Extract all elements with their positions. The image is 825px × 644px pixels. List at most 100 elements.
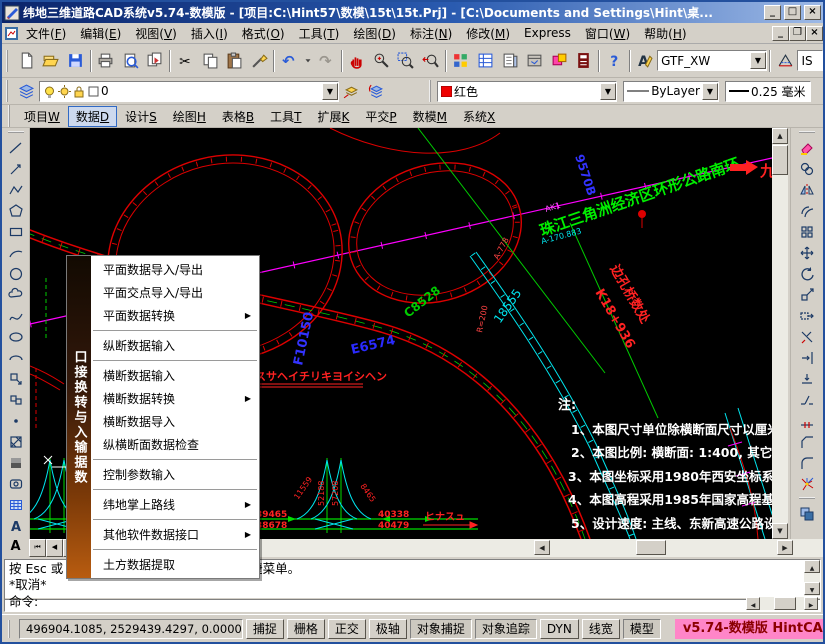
menu-system[interactable]: 系统X	[455, 106, 503, 127]
menu-item-palm-route[interactable]: 纬地掌上路线▶	[91, 493, 259, 516]
undo-button[interactable]: ↶	[277, 48, 302, 73]
move-button[interactable]	[795, 242, 819, 263]
menu-item-profile-input[interactable]: 纵断数据输入	[91, 334, 259, 357]
menu-tables[interactable]: 表格B	[214, 106, 262, 127]
doc-minimize-button[interactable]: _	[772, 26, 789, 41]
redo-button[interactable]: ↷	[314, 48, 339, 73]
menu-file[interactable]: 文件(F)	[19, 23, 73, 44]
menu-item-earthwork-extract[interactable]: 土方数据提取	[91, 553, 259, 576]
array-button[interactable]	[795, 221, 819, 242]
menu-modify[interactable]: 修改(M)	[459, 23, 517, 44]
gradient-button[interactable]	[4, 452, 28, 473]
dim-style-button[interactable]	[773, 48, 798, 73]
scale-button[interactable]	[795, 284, 819, 305]
command-splitter[interactable]	[5, 597, 820, 600]
lock-icon[interactable]	[73, 85, 86, 98]
menu-item-xsection-convert[interactable]: 横断数据转换▶	[91, 387, 259, 410]
doc-close-button[interactable]: ×	[806, 26, 823, 41]
close-button[interactable]: ×	[804, 5, 821, 20]
snap-toggle[interactable]: 捕捉	[246, 619, 284, 639]
osnap-toggle[interactable]: 对象捕捉	[410, 619, 472, 639]
explode-button[interactable]	[795, 473, 819, 494]
menu-intersection[interactable]: 平交P	[357, 106, 404, 127]
region-button[interactable]	[4, 473, 28, 494]
toolbar-grip[interactable]	[6, 50, 11, 72]
layer-previous-button[interactable]	[364, 79, 389, 104]
menu-item-xsection-import[interactable]: 横断数据导入	[91, 410, 259, 433]
sheetset-button[interactable]	[522, 48, 547, 73]
scroll-right-button[interactable]: ▶	[777, 540, 793, 555]
calculator-button[interactable]	[571, 48, 596, 73]
tab-prev-button[interactable]: ◀	[46, 539, 63, 557]
command-prompt[interactable]: 命令:	[9, 591, 38, 610]
join-button[interactable]	[795, 410, 819, 431]
otrack-toggle[interactable]: 对象追踪	[475, 619, 537, 639]
mirror-button[interactable]	[795, 179, 819, 200]
ellipse-arc-button[interactable]	[4, 347, 28, 368]
open-button[interactable]	[38, 48, 63, 73]
make-block-button[interactable]	[4, 389, 28, 410]
circle-button[interactable]	[4, 263, 28, 284]
insert-block-button[interactable]	[4, 368, 28, 389]
tab-first-button[interactable]: ⏮	[29, 539, 46, 557]
menu-item-xsection-input[interactable]: 横断数据输入	[91, 364, 259, 387]
ellipse-button[interactable]	[4, 326, 28, 347]
menu-edit[interactable]: 编辑(E)	[73, 23, 128, 44]
make-object-layer-button[interactable]	[339, 79, 364, 104]
extend-button[interactable]	[795, 347, 819, 368]
menu-item-plane-pi-io[interactable]: 平面交点导入/导出	[91, 281, 259, 304]
properties-button[interactable]	[449, 48, 474, 73]
ortho-toggle[interactable]: 正交	[328, 619, 366, 639]
menu-item-plane-data-io[interactable]: 平面数据导入/导出	[91, 258, 259, 281]
menu-insert[interactable]: 插入(I)	[184, 23, 235, 44]
mtext-bottom-button[interactable]: A	[2, 539, 29, 557]
vscroll-thumb[interactable]	[772, 145, 788, 175]
text-style-button[interactable]: A	[633, 48, 658, 73]
lineweight-toggle[interactable]: 线宽	[582, 619, 620, 639]
menu-plot2[interactable]: 绘图H	[165, 106, 214, 127]
table-button[interactable]	[4, 494, 28, 515]
rectangle-button[interactable]	[4, 221, 28, 242]
break-button[interactable]	[795, 389, 819, 410]
menu-view[interactable]: 视图(V)	[128, 23, 184, 44]
scroll-up-button[interactable]: ▲	[804, 560, 820, 573]
horizontal-scrollbar[interactable]: ◀ ▶	[204, 539, 823, 557]
model-toggle[interactable]: 模型	[623, 619, 661, 639]
vertical-scrollbar[interactable]: ▲ ▼	[772, 128, 788, 539]
plot-button[interactable]	[94, 48, 119, 73]
zoom-realtime-button[interactable]	[369, 48, 394, 73]
menu-window[interactable]: 窗口(W)	[578, 23, 637, 44]
copy-object-button[interactable]	[795, 158, 819, 179]
dropdown-arrow-icon[interactable]: ▼	[600, 83, 616, 100]
toolbar-grip[interactable]	[8, 131, 24, 135]
hintcad-version-badge[interactable]: v5.74-数模版 HintCAD	[675, 619, 825, 639]
menu-design[interactable]: 设计S	[117, 106, 165, 127]
toolpalettes-button[interactable]	[498, 48, 523, 73]
text-style-combo[interactable]: GTF_XW▼	[657, 50, 767, 71]
dropdown-arrow-icon[interactable]: ▼	[322, 83, 338, 100]
minimize-button[interactable]: _	[764, 5, 781, 20]
new-button[interactable]	[14, 48, 39, 73]
command-scrollbar[interactable]: ▲ ▼	[804, 560, 820, 596]
hscroll-thumb[interactable]	[636, 540, 666, 555]
lineweight-combo[interactable]: 0.25 毫米	[725, 81, 811, 102]
blockeditor-button[interactable]	[547, 48, 572, 73]
mtext-button[interactable]: A	[4, 515, 28, 536]
draworder-button[interactable]	[795, 503, 819, 524]
break-point-button[interactable]	[795, 368, 819, 389]
dropdown-arrow-icon[interactable]: ▼	[702, 83, 718, 100]
menu-project[interactable]: 项目W	[16, 106, 68, 127]
color-combo[interactable]: 红色 ▼	[437, 81, 617, 102]
menu-draw[interactable]: 绘图(D)	[346, 23, 403, 44]
sun-icon[interactable]	[58, 85, 71, 98]
hatch-button[interactable]	[4, 431, 28, 452]
copy-button[interactable]	[198, 48, 223, 73]
offset-button[interactable]	[795, 200, 819, 221]
paste-button[interactable]	[222, 48, 247, 73]
dim-style-combo[interactable]: IS	[797, 50, 823, 71]
fillet-button[interactable]	[795, 452, 819, 473]
revcloud-button[interactable]	[4, 284, 28, 305]
menu-item-section-check[interactable]: 纵横断面数据检查	[91, 433, 259, 456]
chamfer-button[interactable]	[795, 431, 819, 452]
grid-toggle[interactable]: 栅格	[287, 619, 325, 639]
